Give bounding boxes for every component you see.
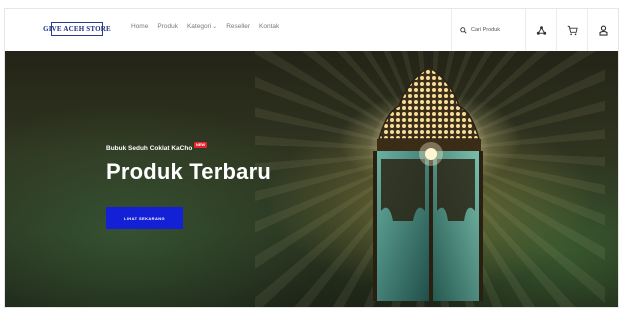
nav-reseller-label: Reseller	[226, 23, 251, 30]
search-input[interactable]: Cari Produk	[451, 9, 525, 51]
hero-subtitle: Bubuk Seduh Coklat KaCho	[106, 145, 193, 152]
page-frame: GIVE ACEH STORE Home Produk Kategori ⌄ R…	[4, 8, 619, 308]
header-actions: Cari Produk	[451, 9, 618, 51]
cart-icon	[567, 25, 578, 35]
network-icon	[536, 25, 546, 35]
logo-text: GIVE ACEH STORE	[43, 25, 111, 33]
hero-banner: Bubuk Seduh Coklat KaCho NEW Produk Terb…	[5, 51, 618, 307]
nav-kontak[interactable]: Kontak	[259, 23, 279, 30]
hero-title: Produk Terbaru	[106, 159, 271, 184]
search-icon	[460, 26, 467, 34]
main-nav: Home Produk Kategori ⌄ Reseller Kontak	[131, 23, 279, 30]
chevron-down-icon: ⌄	[212, 24, 218, 30]
nav-home[interactable]: Home	[131, 23, 148, 30]
nav-produk[interactable]: Produk	[157, 23, 178, 30]
network-button[interactable]	[525, 9, 556, 51]
nav-kategori-label: Kategori	[186, 23, 212, 30]
user-button[interactable]	[587, 9, 618, 51]
search-placeholder: Cari Produk	[471, 27, 501, 33]
site-header: GIVE ACEH STORE Home Produk Kategori ⌄ R…	[5, 9, 618, 52]
lihat-sekarang-button[interactable]: LIHAT SEKARANG	[106, 207, 183, 229]
nav-kategori[interactable]: Kategori ⌄	[187, 23, 217, 30]
lantern-image	[369, 51, 489, 301]
user-icon	[598, 25, 608, 36]
store-logo[interactable]: GIVE ACEH STORE	[43, 22, 111, 36]
nav-home-label: Home	[131, 23, 149, 30]
nav-reseller[interactable]: Reseller	[226, 23, 250, 30]
cart-button[interactable]	[556, 9, 587, 51]
nav-produk-label: Produk	[157, 23, 178, 30]
new-badge: NEW	[194, 142, 207, 148]
hero-subtitle-row: Bubuk Seduh Coklat KaCho NEW	[106, 142, 207, 152]
nav-kontak-label: Kontak	[259, 23, 280, 30]
